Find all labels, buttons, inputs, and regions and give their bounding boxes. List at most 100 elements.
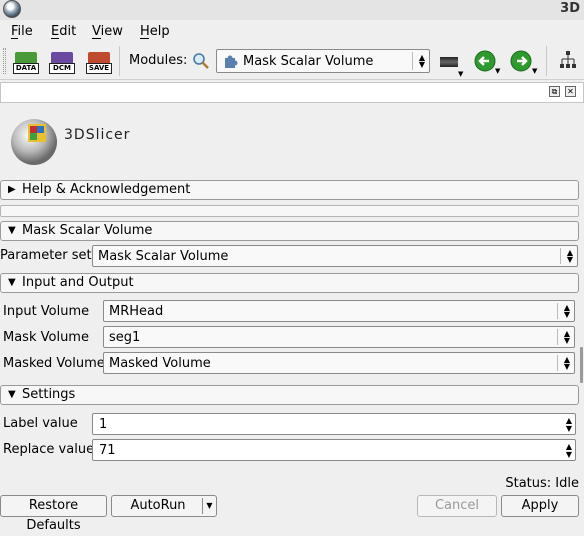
puzzle-icon — [224, 55, 238, 69]
combo-divider — [560, 248, 561, 264]
autorun-label: AutoRun — [130, 498, 186, 513]
modules-label: Modules: — [129, 53, 188, 68]
data-button-label: DATA — [13, 63, 39, 74]
module-selector[interactable]: Mask Scalar Volume ▲ ▼ — [216, 49, 430, 73]
app-icon — [3, 0, 21, 18]
settings-section-label: Settings — [22, 387, 76, 402]
collapse-triangle-icon: ▼ — [8, 389, 16, 400]
collapsible-separator — [0, 205, 579, 217]
module-selector-value: Mask Scalar Volume — [243, 54, 374, 69]
spin-arrows-icon[interactable]: ▲ ▼ — [566, 417, 572, 433]
menu-file-label: File — [11, 24, 33, 39]
module-panel-titlebar — [0, 82, 584, 103]
hierarchy-icon — [560, 51, 576, 68]
module-section-header[interactable]: ▼ Mask Scalar Volume — [0, 221, 579, 241]
forward-button[interactable]: ▼ — [510, 50, 538, 75]
dropdown-arrow-icon: ▼ — [458, 70, 464, 78]
collapse-triangle-icon: ▼ — [8, 277, 16, 288]
menu-edit-label: Edit — [51, 24, 77, 39]
module-search-icon[interactable] — [191, 52, 211, 70]
parameter-set-label: Parameter set: — [0, 248, 97, 263]
autorun-menu-arrow-icon[interactable]: ▼ — [202, 498, 216, 514]
menu-edit[interactable]: Edit — [51, 24, 76, 39]
parameter-set-selector[interactable]: Mask Scalar Volume ▲ ▼ — [92, 245, 578, 267]
toolbar-grip[interactable] — [3, 48, 6, 74]
window-titlebar — [0, 0, 584, 20]
expand-triangle-icon: ▶ — [8, 184, 16, 195]
input-volume-value: MRHead — [109, 304, 164, 319]
mnemonic-underline — [11, 38, 18, 39]
menu-file[interactable]: File — [11, 24, 33, 39]
window-title: 3D — [560, 1, 580, 16]
cancel-label: Cancel — [434, 498, 480, 513]
menu-view-label: View — [92, 24, 123, 39]
logo-text: 3DSlicer — [64, 127, 131, 143]
input-volume-selector[interactable]: MRHead ▲ ▼ — [103, 300, 575, 322]
arrow-left-icon — [474, 50, 496, 72]
layout-button[interactable]: ▼ — [439, 52, 463, 78]
cancel-button[interactable]: Cancel — [417, 495, 497, 517]
layout-icon — [440, 57, 458, 67]
save-button[interactable]: SAVE — [86, 48, 112, 76]
label-value-value: 1 — [99, 417, 108, 432]
input-volume-label: Input Volume — [3, 304, 90, 319]
autorun-button[interactable]: AutoRun ▼ — [111, 495, 217, 517]
hierarchy-button[interactable] — [559, 51, 579, 71]
mnemonic-underline — [51, 38, 59, 39]
dcm-button-label: DCM — [49, 63, 75, 74]
load-data-button[interactable]: DATA — [13, 48, 39, 76]
mask-volume-value: seg1 — [109, 330, 141, 345]
spin-arrows-icon[interactable]: ▲ ▼ — [566, 443, 572, 459]
updown-arrows-icon: ▲ ▼ — [563, 355, 570, 371]
updown-arrows-icon: ▲ ▼ — [566, 248, 573, 264]
settings-section-header[interactable]: ▼ Settings — [0, 385, 579, 405]
masked-volume-label: Masked Volume — [3, 356, 105, 371]
replace-value-label: Replace value — [3, 442, 95, 457]
dropdown-arrow-icon: ▼ — [495, 67, 501, 75]
collapse-triangle-icon: ▼ — [8, 225, 16, 236]
label-value-spinbox[interactable]: 1 ▲ ▼ — [92, 413, 576, 435]
io-section-header[interactable]: ▼ Input and Output — [0, 273, 579, 293]
help-section-header[interactable]: ▶ Help & Acknowledgement — [0, 180, 579, 200]
mask-volume-label: Mask Volume — [3, 330, 89, 345]
menu-bar — [0, 20, 584, 44]
apply-label: Apply — [521, 498, 559, 513]
menu-help-label: Help — [140, 24, 170, 39]
parameter-set-value: Mask Scalar Volume — [98, 249, 229, 264]
mnemonic-underline — [92, 38, 101, 39]
save-button-label: SAVE — [86, 63, 112, 74]
apply-button[interactable]: Apply — [501, 495, 579, 517]
label-value-label: Label value — [3, 416, 78, 431]
restore-defaults-label: Restore Defaults — [26, 498, 81, 533]
combo-divider — [557, 329, 558, 345]
arrow-right-icon — [510, 50, 532, 72]
menu-view[interactable]: View — [92, 24, 123, 39]
mnemonic-underline — [140, 38, 149, 39]
load-dicom-button[interactable]: DCM — [49, 48, 75, 76]
dropdown-arrow-icon: ▼ — [532, 67, 538, 75]
updown-arrows-icon: ▲ ▼ — [418, 53, 425, 69]
help-section-label: Help & Acknowledgement — [22, 182, 191, 197]
combo-divider — [412, 52, 413, 70]
back-button[interactable]: ▼ — [474, 50, 501, 75]
combo-divider — [557, 355, 558, 371]
module-section-label: Mask Scalar Volume — [22, 223, 153, 238]
io-section-label: Input and Output — [22, 275, 134, 290]
status-text: Status: Idle — [505, 476, 579, 491]
updown-arrows-icon: ▲ ▼ — [563, 329, 570, 345]
masked-volume-value: Masked Volume — [109, 356, 211, 371]
menu-help[interactable]: Help — [140, 24, 170, 39]
replace-value-value: 71 — [99, 443, 116, 458]
combo-divider — [557, 303, 558, 319]
close-panel-icon[interactable]: ✕ — [565, 86, 576, 97]
replace-value-spinbox[interactable]: 71 ▲ ▼ — [92, 439, 576, 461]
panel-scrollbar-handle[interactable] — [580, 347, 583, 383]
slicer-logo — [8, 114, 60, 166]
mask-volume-selector[interactable]: seg1 ▲ ▼ — [103, 326, 575, 348]
float-panel-icon[interactable]: ⧉ — [549, 86, 560, 97]
toolbar-separator — [119, 46, 120, 76]
updown-arrows-icon: ▲ ▼ — [563, 303, 570, 319]
toolbar-separator — [546, 46, 547, 76]
restore-defaults-button[interactable]: Restore Defaults — [0, 495, 107, 533]
masked-volume-selector[interactable]: Masked Volume ▲ ▼ — [103, 352, 575, 374]
